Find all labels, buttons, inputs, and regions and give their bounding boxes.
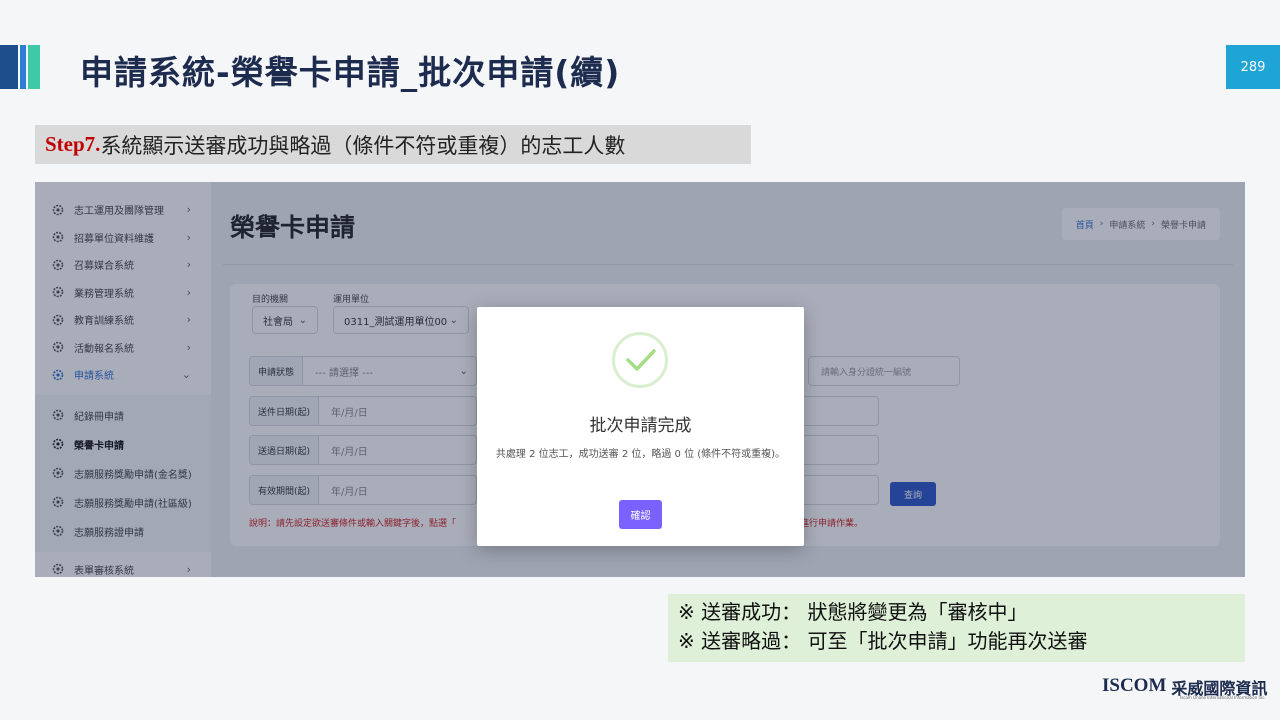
step-label: Step7. xyxy=(45,132,101,156)
title-accent-bar xyxy=(0,45,18,89)
dialog-title: 批次申請完成 xyxy=(589,416,692,436)
step-text: 系統顯示送審成功與略過（條件不符或重複）的志工人數 xyxy=(100,133,626,158)
logo-name: ISCOM xyxy=(1102,675,1167,696)
success-check-icon xyxy=(612,332,668,388)
page-number: 289 xyxy=(1226,45,1280,89)
app-screenshot: 志工運用及團隊管理 › 招募單位資料維護 › 召募媒合系統 › 業務管理系統 ›… xyxy=(35,182,1245,577)
title-accent-bar xyxy=(20,45,26,89)
step-caption: Step7. 系統顯示送審成功與略過（條件不符或重複）的志工人數 xyxy=(35,125,751,164)
slide-title: 申請系統-榮譽卡申請_批次申請(續) xyxy=(80,53,621,92)
footnote-line: ※ 送審略過： 可至「批次申請」功能再次送審 xyxy=(678,629,1088,653)
title-accent-bar xyxy=(28,45,40,89)
confirm-button[interactable]: 確認 xyxy=(619,500,662,529)
dialog-message: 共處理 2 位志工，成功送審 2 位，略過 0 位 (條件不符或重複)。 xyxy=(495,449,786,460)
logo-subtitle: Iscom Online International Information I… xyxy=(1180,695,1266,700)
company-logo: ISCOM 采威國際資訊 Iscom Online International … xyxy=(1102,675,1267,705)
result-dialog: 批次申請完成 共處理 2 位志工，成功送審 2 位，略過 0 位 (條件不符或重… xyxy=(477,307,804,546)
footnote-line: ※ 送審成功： 狀態將變更為「審核中」 xyxy=(678,600,1028,624)
footnote-box: ※ 送審成功： 狀態將變更為「審核中」 ※ 送審略過： 可至「批次申請」功能再次… xyxy=(668,594,1245,662)
